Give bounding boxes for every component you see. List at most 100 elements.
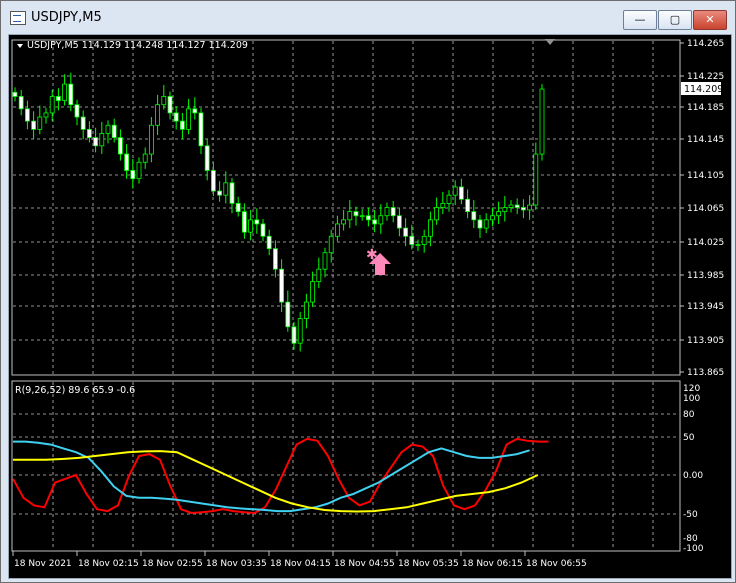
bear-candle <box>272 248 278 270</box>
bull-candle <box>223 182 229 196</box>
indicator-tick-label: 100 <box>683 394 700 404</box>
bull-candle <box>136 161 142 180</box>
indicator-tick-label: -80 <box>683 534 698 544</box>
bear-candle <box>74 104 80 118</box>
indicator-tick-label: -100 <box>683 544 704 554</box>
bull-candle <box>334 223 340 237</box>
time-tick-label: 18 Nov 02:15 <box>78 559 139 569</box>
bear-candle <box>210 170 216 192</box>
bull-candle <box>322 252 328 270</box>
bull-candle <box>489 215 495 221</box>
chart-shift-marker <box>545 39 555 45</box>
bear-candle <box>291 326 297 344</box>
bear-candle <box>409 235 415 245</box>
price-tick-label: 114.025 <box>687 238 724 248</box>
bear-candle <box>173 112 179 122</box>
bear-candle <box>241 211 247 233</box>
bear-candle <box>87 128 92 138</box>
bull-candle <box>446 194 452 204</box>
bear-candle <box>56 96 61 101</box>
bear-candle <box>31 120 37 130</box>
time-tick-label: 18 Nov 04:55 <box>334 559 395 569</box>
bull-candle <box>310 281 316 303</box>
bull-candle <box>155 104 161 126</box>
bear-candle <box>192 108 198 114</box>
time-tick-label: 18 Nov 03:35 <box>206 559 267 569</box>
bear-candle <box>254 219 260 225</box>
bull-candle <box>502 207 508 213</box>
price-tick-label: 114.265 <box>687 39 724 49</box>
bear-candle <box>24 108 30 122</box>
price-tick-label: 114.185 <box>687 103 724 113</box>
bear-candle <box>93 137 98 147</box>
bull-candle <box>248 219 254 233</box>
bear-candle <box>279 268 285 303</box>
chart-area[interactable]: 114.265 114.225 114.185 114.145 114.105 114.0… <box>8 34 732 579</box>
minimize-button[interactable]: — <box>623 10 657 30</box>
bear-candle <box>167 96 173 114</box>
bull-candle <box>341 219 347 225</box>
bear-candle <box>217 190 223 196</box>
bear-candle <box>266 235 272 250</box>
bull-candle <box>378 215 384 225</box>
bull-candle <box>99 133 105 147</box>
title-bar[interactable]: USDJPY,M5 — ▢ ✕ <box>1 1 735 35</box>
indicator-pane-border <box>11 380 681 552</box>
price-tick-label: 114.105 <box>687 171 724 181</box>
bull-candle <box>440 202 446 208</box>
bear-candle <box>235 202 241 213</box>
bull-candle <box>43 112 49 118</box>
bear-candle <box>130 170 136 180</box>
bull-candle <box>533 153 539 206</box>
bear-candle <box>390 207 396 217</box>
bear-candle <box>465 198 471 213</box>
price-tick-label: 113.905 <box>687 336 724 346</box>
bear-candle <box>124 153 129 171</box>
bull-candle <box>37 116 43 130</box>
indicator-header: R(9,26,52) 89.6 65.9 -0.6 <box>15 385 135 396</box>
time-axis: 18 Nov 2021 18 Nov 02:15 18 Nov 02:55 18 No… <box>12 551 587 569</box>
bear-candle <box>68 83 74 106</box>
bull-candle <box>49 96 55 114</box>
bull-candle <box>508 204 514 208</box>
bear-candle <box>403 227 409 237</box>
bear-candle <box>458 186 464 200</box>
bear-candle <box>471 211 477 221</box>
indicator-axis: 120100 80 50 0.00 -50 -80-100 <box>683 384 704 554</box>
bear-candle <box>229 182 235 204</box>
bull-candle <box>105 124 111 134</box>
price-chart[interactable]: 114.265 114.225 114.185 114.145 114.105 114.0… <box>9 35 731 578</box>
bull-candle <box>297 318 303 344</box>
bear-candle <box>198 112 204 147</box>
bear-candle <box>396 215 402 229</box>
bull-candle <box>148 124 154 155</box>
bull-candle <box>161 96 167 106</box>
grid-lines <box>13 41 679 550</box>
bull-candle <box>421 235 427 245</box>
indicator-tick-label: 80 <box>683 410 695 420</box>
bear-candle <box>372 219 378 225</box>
bear-candle <box>285 301 291 328</box>
indicator-tick-label: 120 <box>683 384 700 394</box>
bear-candle <box>477 219 483 229</box>
chart-window-icon <box>10 11 26 25</box>
window-title: USDJPY,M5 <box>31 10 102 25</box>
bear-candle <box>514 204 520 208</box>
time-tick-label: 18 Nov 04:15 <box>270 559 331 569</box>
bull-candle <box>483 219 489 229</box>
time-tick-label: 18 Nov 02:55 <box>142 559 203 569</box>
price-tick-label: 114.145 <box>687 135 724 145</box>
main-pane-border <box>11 39 681 376</box>
bull-candle <box>415 244 421 246</box>
bull-candle <box>347 211 353 221</box>
close-button[interactable]: ✕ <box>693 10 727 30</box>
time-tick-label: 18 Nov 06:55 <box>526 559 587 569</box>
symbol-menu-icon <box>17 44 23 48</box>
bear-candle <box>179 120 185 130</box>
maximize-button[interactable]: ▢ <box>658 10 692 30</box>
bear-candle <box>353 211 359 217</box>
bull-candle <box>328 235 334 254</box>
bear-candle <box>204 145 210 171</box>
bull-candle <box>62 83 67 101</box>
chart-window: USDJPY,M5 — ▢ ✕ 114.265 114.225 114.185 114… <box>0 0 736 583</box>
